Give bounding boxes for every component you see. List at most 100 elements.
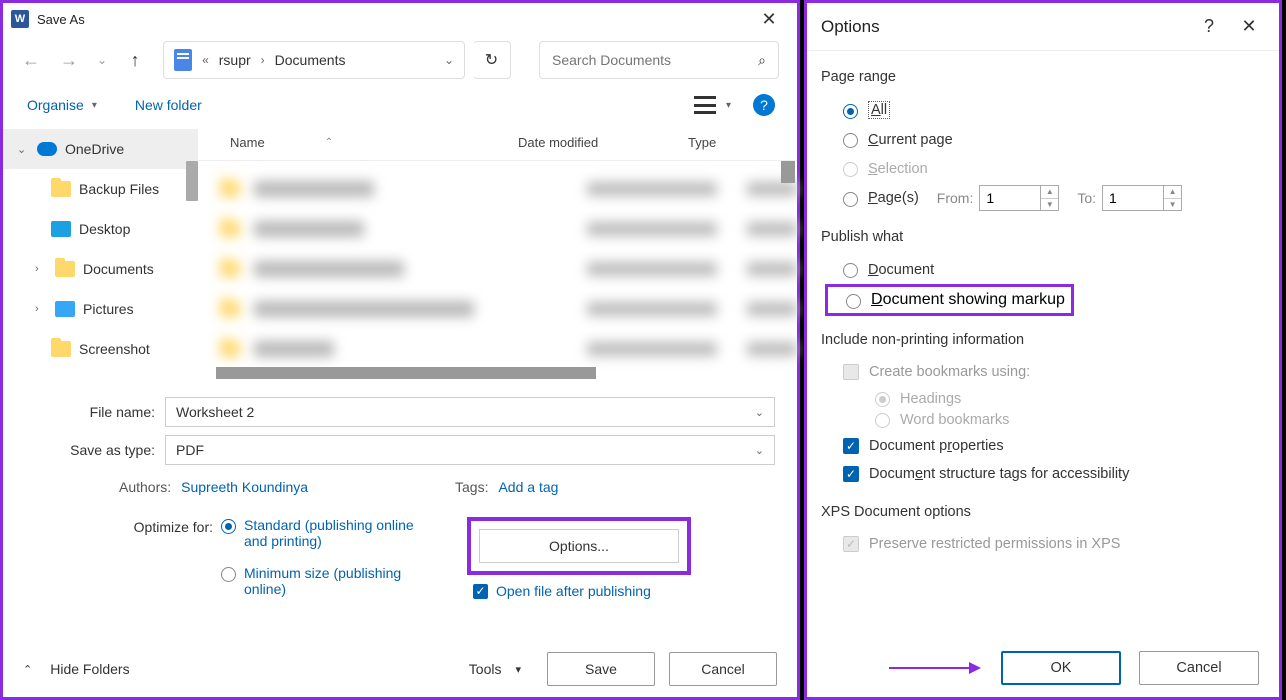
tree-item-documents[interactable]: › Documents: [3, 249, 198, 289]
radio-icon: [843, 104, 858, 119]
help-icon[interactable]: ?: [753, 94, 775, 116]
close-icon[interactable]: ✕: [1229, 16, 1269, 37]
new-folder-button[interactable]: New folder: [133, 93, 204, 117]
cancel-button[interactable]: Cancel: [669, 652, 777, 686]
column-name[interactable]: Name ⌃: [198, 135, 518, 150]
optimize-minimum-radio[interactable]: Minimum size (publishing online): [221, 565, 475, 597]
tools-dropdown[interactable]: Tools: [469, 661, 502, 677]
cancel-button[interactable]: Cancel: [1139, 651, 1259, 685]
page-range-current-radio[interactable]: Current page: [821, 125, 1265, 154]
tree-item-label: Screenshot: [79, 341, 150, 357]
section-include: Include non-printing information: [821, 332, 1265, 348]
column-date[interactable]: Date modified: [518, 135, 688, 150]
organise-button[interactable]: Organise: [25, 93, 86, 117]
radio-icon: [221, 519, 236, 534]
checkbox-label: Open file after publishing: [496, 583, 651, 599]
spinner-arrows[interactable]: ▲▼: [1164, 185, 1182, 211]
chevron-down-icon[interactable]: ⌄: [444, 53, 454, 67]
authors-value[interactable]: Supreeth Koundinya: [181, 479, 308, 495]
section-page-range: Page range: [821, 69, 1265, 85]
chevron-right-icon: «: [202, 53, 209, 67]
radio-icon: [221, 567, 236, 582]
folder-icon: [51, 341, 71, 357]
dialog-footer: OK Cancel: [889, 651, 1259, 685]
breadcrumb-user[interactable]: rsupr: [219, 52, 251, 68]
cloud-icon: [37, 142, 57, 156]
breadcrumb-folder[interactable]: Documents: [275, 52, 346, 68]
chevron-down-icon[interactable]: ▾: [92, 100, 97, 111]
tags-add[interactable]: Add a tag: [498, 479, 558, 495]
publish-markup-highlight: DDocument showing markupocument showing …: [825, 284, 1074, 316]
saveastype-value: PDF: [176, 442, 204, 458]
dialog-footer: ⌃ Hide Folders Tools ▾ Save Cancel: [3, 647, 797, 691]
saveastype-select[interactable]: PDF ⌄: [165, 435, 775, 465]
scrollbar[interactable]: [781, 161, 795, 183]
radio-label: Standard (publishing online and printing…: [244, 517, 414, 549]
to-input[interactable]: [1102, 185, 1164, 211]
tree-item-pictures[interactable]: › Pictures: [3, 289, 198, 329]
open-after-checkbox[interactable]: Open file after publishing: [473, 583, 775, 599]
chevron-up-icon[interactable]: ⌃: [23, 663, 32, 676]
to-label: To:: [1077, 190, 1096, 206]
save-fields: File name: Worksheet 2 ⌄ Save as type: P…: [3, 375, 797, 613]
tree-item-backup[interactable]: Backup Files: [3, 169, 198, 209]
scrollbar[interactable]: [186, 161, 198, 201]
filename-input[interactable]: Worksheet 2 ⌄: [165, 397, 775, 427]
toolbar: Organise ▾ New folder ▾ ?: [3, 85, 797, 125]
doc-properties-checkbox[interactable]: Document properties: [821, 432, 1265, 460]
radio-icon: [843, 263, 858, 278]
page-range-pages-radio[interactable]: Page(s): [843, 190, 919, 207]
publish-document-radio[interactable]: Document: [821, 255, 1265, 284]
file-rows-blurred: [198, 161, 797, 375]
view-icon[interactable]: [694, 96, 716, 114]
options-button[interactable]: Options...: [479, 529, 679, 563]
ok-button[interactable]: OK: [1001, 651, 1121, 685]
page-range-selection-radio: Selection: [821, 154, 1265, 183]
chevron-down-icon[interactable]: ▾: [515, 663, 521, 676]
optimize-standard-radio[interactable]: Standard (publishing online and printing…: [221, 517, 475, 549]
column-type[interactable]: Type: [688, 135, 781, 150]
spinner-arrows[interactable]: ▲▼: [1041, 185, 1059, 211]
hide-folders-button[interactable]: Hide Folders: [50, 661, 129, 677]
section-publish-what: Publish what: [821, 229, 1265, 245]
close-icon[interactable]: ✕: [749, 9, 789, 30]
breadcrumb[interactable]: « rsupr › Documents ⌄: [163, 41, 465, 79]
page-range-all-radio[interactable]: All: [821, 95, 1265, 125]
search-box[interactable]: ⌕: [539, 41, 779, 79]
tree-item-screenshot[interactable]: Screenshot: [3, 329, 198, 369]
checkbox-icon: [843, 536, 859, 552]
section-xps: XPS Document options: [821, 504, 1265, 520]
from-input[interactable]: [979, 185, 1041, 211]
chevron-right-icon[interactable]: ›: [35, 303, 47, 315]
tree-item-label: OneDrive: [65, 141, 124, 157]
checkbox-icon: [843, 438, 859, 454]
back-icon[interactable]: ←: [21, 50, 41, 71]
forward-icon[interactable]: →: [59, 50, 79, 71]
chevron-down-icon[interactable]: ▾: [726, 100, 731, 111]
column-headers: Name ⌃ Date modified Type: [198, 125, 797, 161]
column-label: Name: [230, 135, 265, 150]
help-icon[interactable]: ?: [1189, 16, 1229, 37]
up-icon[interactable]: ↑: [125, 50, 145, 71]
publish-markup-radio[interactable]: DDocument showing markupocument showing …: [871, 291, 1065, 309]
save-as-dialog: W Save As ✕ ← → ⌄ ↑ « rsupr › Documents …: [0, 0, 800, 700]
history-chevron-icon[interactable]: ⌄: [97, 53, 107, 67]
tree-item-desktop[interactable]: Desktop: [3, 209, 198, 249]
chevron-down-icon[interactable]: ⌄: [755, 444, 764, 457]
chevron-down-icon[interactable]: ⌄: [755, 406, 764, 419]
refresh-icon[interactable]: ↻: [473, 41, 511, 79]
checkbox-icon: [843, 466, 859, 482]
chevron-right-icon: ›: [261, 53, 265, 67]
save-button[interactable]: Save: [547, 652, 655, 686]
search-input[interactable]: [552, 52, 758, 68]
tree-item-label: Desktop: [79, 221, 130, 237]
tree-item-onedrive[interactable]: ⌄ OneDrive: [3, 129, 198, 169]
chevron-right-icon[interactable]: ›: [35, 263, 47, 275]
search-icon[interactable]: ⌕: [758, 52, 766, 69]
radio-label: Document: [868, 262, 934, 278]
chevron-down-icon[interactable]: ⌄: [17, 143, 29, 156]
options-button-highlight: Options...: [467, 517, 691, 575]
saveastype-label: Save as type:: [25, 442, 165, 458]
structure-tags-checkbox[interactable]: Document structure tags for accessibilit…: [821, 460, 1265, 488]
horizontal-scrollbar[interactable]: [216, 367, 596, 379]
